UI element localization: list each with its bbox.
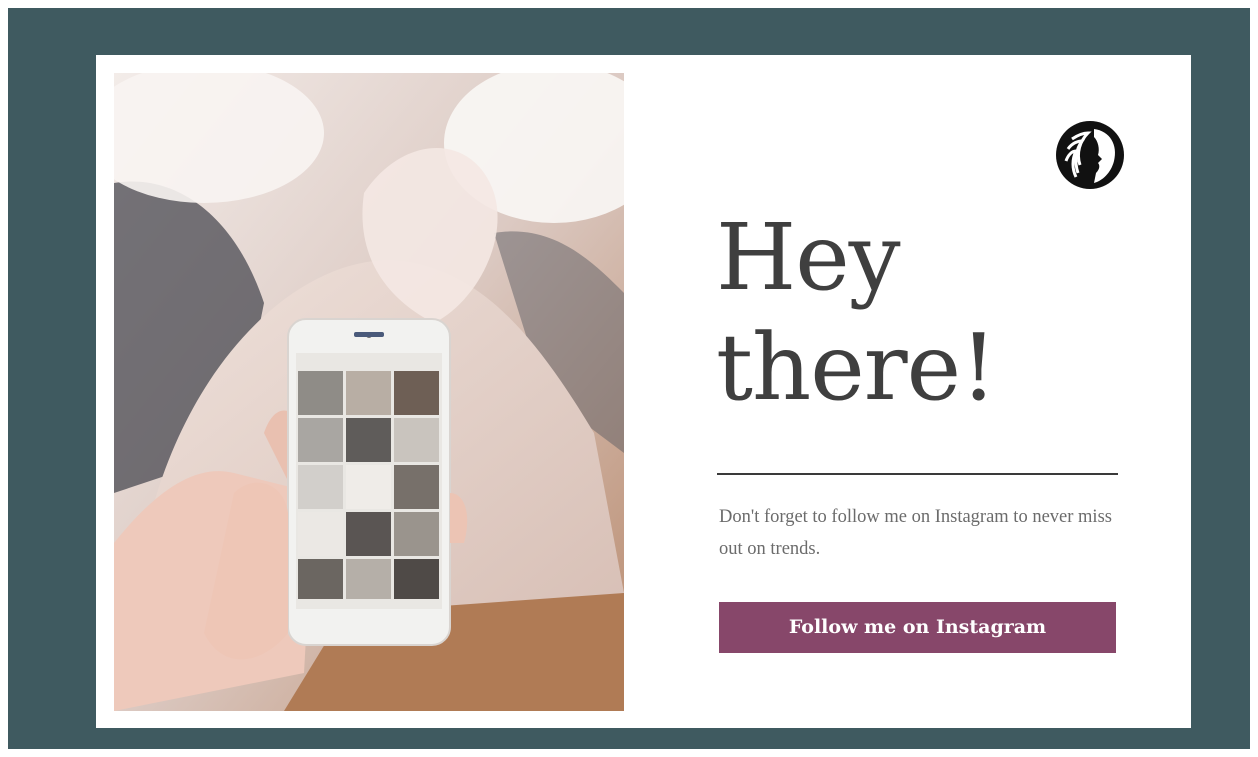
headline-line-2: there! <box>716 314 997 421</box>
hero-photo <box>114 73 624 711</box>
woman-profile-logo-icon <box>1054 119 1126 191</box>
headline-line-1: Hey <box>716 204 901 311</box>
follow-instagram-button[interactable]: Follow me on Instagram <box>719 602 1116 653</box>
hero-photo-illustration <box>114 73 624 711</box>
message-text: Don't forget to follow me on Instagram t… <box>719 507 1112 559</box>
promo-card: Hey there! Don't forget to follow me on … <box>96 55 1191 728</box>
page-backdrop: Hey there! Don't forget to follow me on … <box>8 8 1250 749</box>
headline: Hey there! <box>716 203 1136 423</box>
divider <box>717 473 1118 475</box>
